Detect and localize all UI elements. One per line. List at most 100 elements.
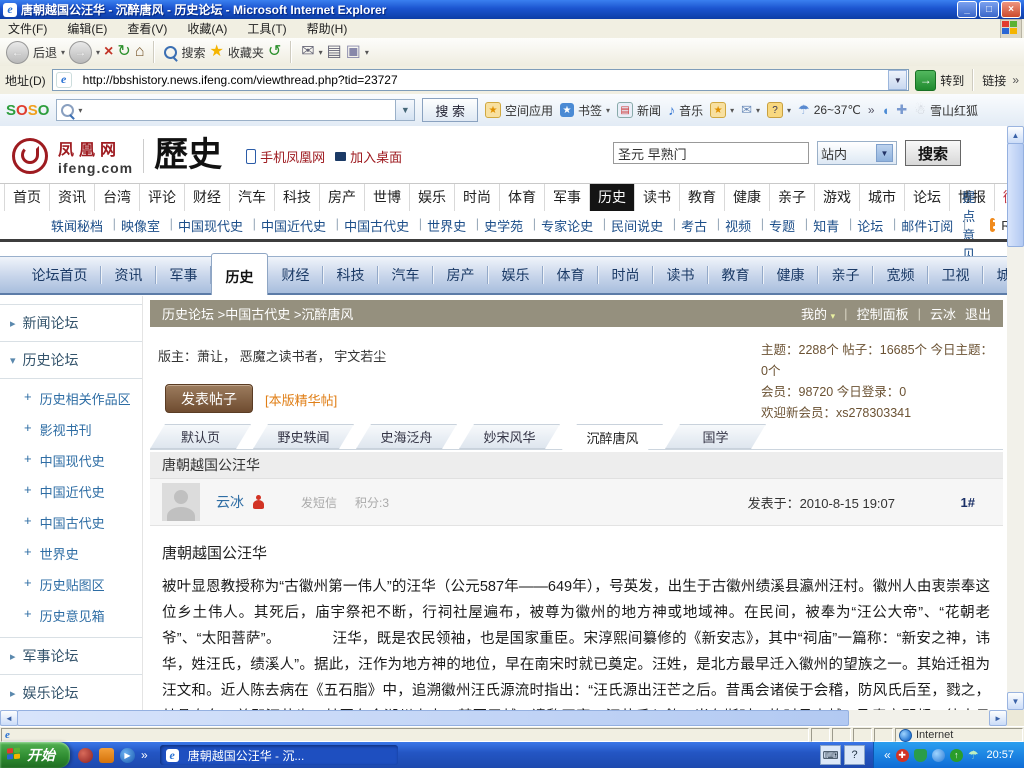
- tray-umbrella-icon[interactable]: ☂: [968, 748, 979, 762]
- edit-dropdown-icon[interactable]: ▾: [365, 48, 369, 57]
- subnav-item[interactable]: 中国近代史: [252, 216, 335, 235]
- nav-item[interactable]: 论坛: [905, 184, 950, 211]
- sidebar-subitem[interactable]: +中国古代史: [0, 507, 142, 538]
- soso-help-menu[interactable]: ? ▾: [767, 102, 791, 118]
- tray-update-icon[interactable]: ↑: [950, 749, 963, 762]
- desktop-link[interactable]: 加入桌面: [335, 147, 402, 166]
- quick-launch-chevron-icon[interactable]: »: [141, 748, 148, 762]
- sidebar-section-history[interactable]: ▾ 历史论坛: [0, 342, 142, 379]
- menu-help[interactable]: 帮助(H): [307, 20, 348, 37]
- start-button[interactable]: 开始: [0, 742, 70, 768]
- ime-help-icon[interactable]: ?: [844, 745, 865, 765]
- soso-app-item[interactable]: ★ 空间应用: [485, 102, 553, 119]
- forum-nav-item[interactable]: 汽车: [378, 257, 433, 293]
- bookmark-dropdown-icon[interactable]: ▾: [606, 106, 610, 115]
- mobile-link[interactable]: 手机凤凰网: [246, 147, 325, 166]
- address-dropdown-icon[interactable]: ▼: [888, 70, 907, 90]
- subnav-item[interactable]: 论坛: [848, 216, 892, 235]
- nav-item[interactable]: 评论: [140, 184, 185, 211]
- mail-dropdown-icon[interactable]: ▾: [319, 48, 323, 57]
- maximize-button[interactable]: □: [979, 1, 999, 18]
- edit-icon[interactable]: ▣: [346, 44, 361, 60]
- sidebar-subitem[interactable]: +中国现代史: [0, 445, 142, 476]
- forward-dropdown-icon[interactable]: ▾: [96, 48, 100, 57]
- sidebar-subitem[interactable]: +历史相关作品区: [0, 383, 142, 414]
- subnav-item[interactable]: 史学苑: [475, 216, 532, 235]
- search-label[interactable]: 搜索: [181, 44, 205, 61]
- nav-item[interactable]: 汽车: [230, 184, 275, 211]
- subnav-item[interactable]: 视频: [716, 216, 760, 235]
- forum-nav-item[interactable]: 娱乐: [488, 257, 543, 293]
- tray-shield-icon[interactable]: [914, 749, 927, 762]
- site-search-scope-select[interactable]: 站内 ▼: [817, 141, 897, 165]
- nav-item[interactable]: 城市: [860, 184, 905, 211]
- task-button-ie[interactable]: e 唐朝越国公汪华 - 沉...: [160, 745, 398, 765]
- forum-nav-item[interactable]: 卫视: [928, 257, 983, 293]
- ifeng-logo-en[interactable]: ifeng.com: [58, 160, 133, 176]
- forum-nav-item[interactable]: 论坛首页: [18, 257, 101, 293]
- menu-file[interactable]: 文件(F): [8, 20, 47, 37]
- nav-item[interactable]: 台湾: [95, 184, 140, 211]
- soso-search-button[interactable]: 搜 索: [422, 98, 478, 122]
- go-button[interactable]: → 转到: [915, 70, 964, 91]
- add-icon[interactable]: ✚: [896, 102, 907, 118]
- channel-title[interactable]: 歷史: [154, 139, 222, 173]
- soso-star-menu[interactable]: ★ ▾: [710, 102, 734, 118]
- menu-tools[interactable]: 工具(T): [247, 20, 286, 37]
- nav-item[interactable]: 科技: [275, 184, 320, 211]
- nav-item[interactable]: 房产: [320, 184, 365, 211]
- nav-item[interactable]: 军事: [545, 184, 590, 211]
- subnav-item[interactable]: 专家论史: [532, 216, 602, 235]
- back-icon[interactable]: ←: [6, 41, 29, 64]
- soso-engine-dropdown-icon[interactable]: ▾: [78, 106, 82, 115]
- media-player-icon[interactable]: ▶: [120, 748, 135, 763]
- soso-history-dropdown-icon[interactable]: ▼: [396, 99, 415, 121]
- horizontal-scroll-thumb[interactable]: [17, 710, 849, 726]
- nav-item[interactable]: 时尚: [455, 184, 500, 211]
- sidebar-section-military[interactable]: ▸ 军事论坛: [0, 638, 142, 675]
- nav-item[interactable]: 游戏: [815, 184, 860, 211]
- forum-nav-item[interactable]: 亲子: [818, 257, 873, 293]
- mail-icon[interactable]: ✉: [301, 44, 314, 60]
- forum-nav-item[interactable]: 财经: [268, 257, 323, 293]
- nav-item[interactable]: 首页: [4, 184, 50, 211]
- stop-icon[interactable]: ×: [104, 44, 113, 60]
- floor-number[interactable]: 1#: [961, 495, 975, 510]
- nav-item[interactable]: 教育: [680, 184, 725, 211]
- nav-item[interactable]: 健康: [725, 184, 770, 211]
- nav-item-history-active[interactable]: 历史: [590, 184, 635, 211]
- scroll-up-icon[interactable]: ▲: [1007, 126, 1024, 144]
- soso-search-input[interactable]: ▾: [56, 99, 396, 121]
- my-menu[interactable]: 我的 ▾: [801, 304, 835, 323]
- tray-expand-icon[interactable]: «: [884, 748, 891, 762]
- menu-view[interactable]: 查看(V): [127, 20, 167, 37]
- menu-edit[interactable]: 编辑(E): [67, 20, 107, 37]
- subnav-item[interactable]: 考古: [672, 216, 716, 235]
- soso-music-item[interactable]: ♪ 音乐: [668, 102, 703, 119]
- vertical-scrollbar[interactable]: ▲ ▼: [1007, 126, 1024, 710]
- subnav-item[interactable]: 邮件订阅: [892, 216, 962, 235]
- subnav-item[interactable]: 中国现代史: [169, 216, 252, 235]
- favorites-label[interactable]: 收藏夹: [228, 44, 264, 61]
- soso-more-chevron-icon[interactable]: »: [868, 103, 875, 117]
- keyboard-indicator-icon[interactable]: ⌨: [820, 745, 841, 765]
- subnav-item[interactable]: 映像室: [112, 216, 169, 235]
- sidebar-section-entertainment[interactable]: ▸ 娱乐论坛: [0, 675, 142, 710]
- nav-item[interactable]: 娱乐: [410, 184, 455, 211]
- soso-user-item[interactable]: ☃ 雪山红狐: [914, 102, 978, 119]
- tab-tang-active[interactable]: 沉醉唐风: [562, 424, 663, 450]
- horizontal-scrollbar[interactable]: ◄ ►: [0, 710, 1007, 726]
- breadcrumb[interactable]: 历史论坛 >中国古代史 >沉醉唐风: [162, 304, 353, 323]
- site-search-button[interactable]: 搜索: [905, 140, 961, 166]
- nav-item[interactable]: 亲子: [770, 184, 815, 211]
- new-post-button[interactable]: 发表帖子: [165, 384, 253, 413]
- scroll-down-icon[interactable]: ▼: [1007, 692, 1024, 710]
- links-label[interactable]: 链接: [982, 72, 1006, 89]
- digest-link[interactable]: [本版精华帖]: [265, 390, 337, 409]
- sidebar-subitem[interactable]: +历史意见箱: [0, 600, 142, 631]
- forum-nav-item[interactable]: 时尚: [598, 257, 653, 293]
- quick-launch-icon[interactable]: [78, 748, 93, 763]
- home-icon[interactable]: ⌂: [135, 44, 145, 60]
- clock[interactable]: 20:57: [986, 749, 1014, 761]
- nav-item[interactable]: 资讯: [50, 184, 95, 211]
